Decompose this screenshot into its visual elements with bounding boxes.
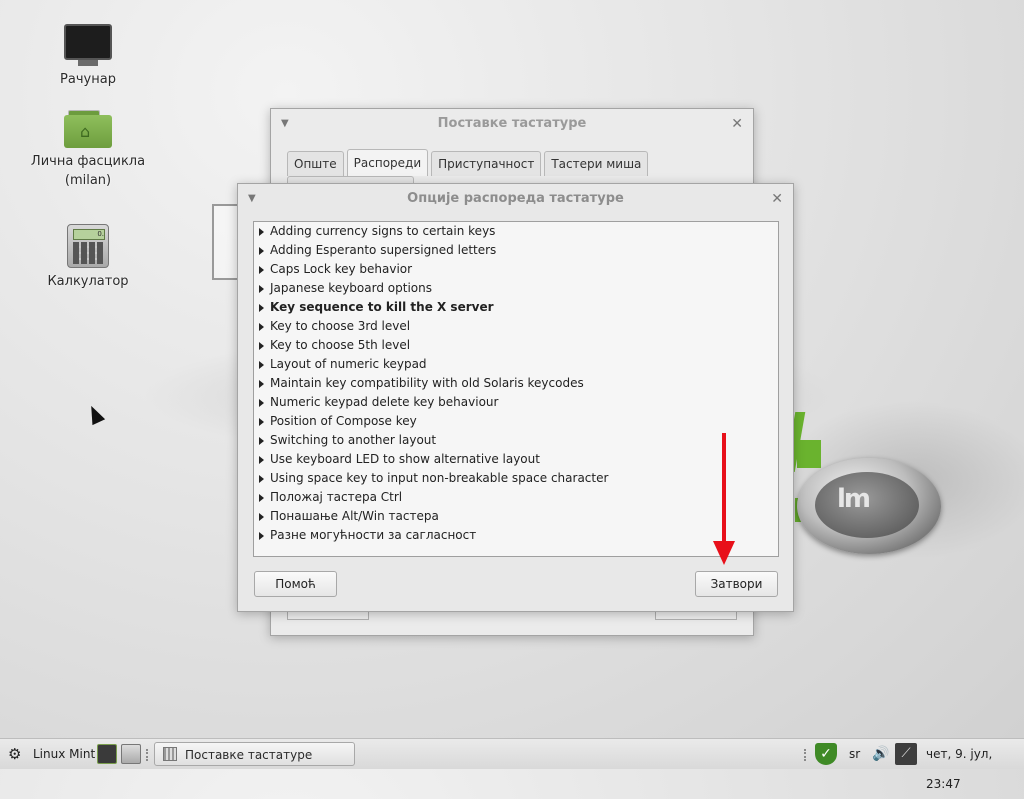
options-tree: Adding currency signs to certain keys Ad… bbox=[253, 221, 779, 557]
tree-row[interactable]: Adding currency signs to certain keys bbox=[254, 222, 778, 241]
tree-row[interactable]: Maintain key compatibility with old Sola… bbox=[254, 374, 778, 393]
expander-icon[interactable] bbox=[259, 380, 264, 388]
expander-icon[interactable] bbox=[259, 361, 264, 369]
desktop-icon-label-user: (milan) bbox=[64, 173, 112, 188]
tree-row[interactable]: Layout of numeric keypad bbox=[254, 355, 778, 374]
menu-gear-icon[interactable]: ⚙ bbox=[8, 739, 21, 769]
monitor-icon bbox=[64, 24, 112, 60]
annotation-arrow-head bbox=[713, 541, 735, 565]
expander-icon[interactable] bbox=[259, 418, 264, 426]
calculator-launcher-icon[interactable] bbox=[121, 744, 141, 764]
update-manager-shield-icon[interactable]: ✓ bbox=[815, 743, 837, 765]
home-folder-icon: ⌂ bbox=[64, 110, 112, 148]
tree-row[interactable]: Numeric keypad delete key behaviour bbox=[254, 393, 778, 412]
tab-mouse-keys[interactable]: Тастери миша bbox=[544, 151, 649, 176]
desktop-icon-home[interactable]: ⌂ Лична фасцикла (milan) bbox=[28, 110, 148, 190]
taskbar-window-label: Поставке тастатуре bbox=[185, 748, 313, 762]
expander-icon[interactable] bbox=[259, 456, 264, 464]
window-menu-icon[interactable]: ▼ bbox=[248, 184, 256, 214]
tab-bar: Опште Распореди Приступачност Тастери ми… bbox=[287, 149, 753, 201]
expander-icon[interactable] bbox=[259, 475, 264, 483]
expander-icon[interactable] bbox=[259, 285, 264, 293]
expander-icon[interactable] bbox=[259, 494, 264, 502]
help-button[interactable]: Помоћ bbox=[254, 571, 337, 597]
tree-row[interactable]: Разне могућности за сагласност bbox=[254, 526, 778, 545]
calculator-icon: 0. bbox=[67, 224, 109, 268]
expander-icon[interactable] bbox=[259, 228, 264, 236]
desktop-icon-computer[interactable]: Рачунар bbox=[28, 24, 148, 89]
window-menu-icon[interactable]: ▼ bbox=[281, 109, 289, 139]
window-title: Поставке тастатуре bbox=[437, 116, 587, 131]
layout-options-dialog: ▼ Опције распореда тастатуре ✕ Adding cu… bbox=[237, 183, 794, 612]
annotation-arrow bbox=[722, 433, 726, 545]
tree-row[interactable]: Switching to another layout bbox=[254, 431, 778, 450]
tree-row[interactable]: Понашање Alt/Win тастера bbox=[254, 507, 778, 526]
desktop-icon-label: Калкулатор bbox=[47, 274, 129, 289]
desktop-icon-label: Лична фасцикла bbox=[30, 154, 146, 169]
expander-icon[interactable] bbox=[259, 342, 264, 350]
clock[interactable]: чет, 9. јул, 23:47 bbox=[926, 739, 1024, 791]
tree-row[interactable]: Caps Lock key behavior bbox=[254, 260, 778, 279]
linux-mint-logo: lm bbox=[797, 458, 941, 554]
keyboard-layout-indicator[interactable]: sr bbox=[849, 739, 860, 769]
tree-row[interactable]: Key to choose 3rd level bbox=[254, 317, 778, 336]
tree-row[interactable]: Key sequence to kill the X server bbox=[254, 298, 778, 317]
tree-row[interactable]: Adding Esperanto supersigned letters bbox=[254, 241, 778, 260]
tree-row[interactable]: Japanese keyboard options bbox=[254, 279, 778, 298]
tab-accessibility[interactable]: Приступачност bbox=[431, 151, 542, 176]
expander-icon[interactable] bbox=[259, 247, 264, 255]
expander-icon[interactable] bbox=[259, 513, 264, 521]
mouse-cursor bbox=[84, 402, 106, 426]
desktop-icon-calculator[interactable]: 0. Калкулатор bbox=[28, 224, 148, 291]
tab-general[interactable]: Опште bbox=[287, 151, 344, 176]
panel-separator bbox=[146, 749, 150, 761]
tree-row[interactable]: Using space key to input non-breakable s… bbox=[254, 469, 778, 488]
taskbar-window-button[interactable]: Поставке тастатуре bbox=[154, 742, 355, 766]
expander-icon[interactable] bbox=[259, 532, 264, 540]
tree-row[interactable]: Key to choose 5th level bbox=[254, 336, 778, 355]
volume-icon[interactable]: 🔊 bbox=[872, 739, 889, 769]
expander-icon[interactable] bbox=[259, 437, 264, 445]
tab-layouts[interactable]: Распореди bbox=[346, 149, 429, 176]
expander-icon[interactable] bbox=[259, 399, 264, 407]
keyboard-icon bbox=[163, 747, 177, 761]
terminal-launcher-icon[interactable] bbox=[97, 744, 117, 764]
tree-row[interactable]: Position of Compose key bbox=[254, 412, 778, 431]
menu-button[interactable]: Linux Mint bbox=[33, 739, 95, 769]
network-icon[interactable]: ⟋ bbox=[895, 743, 917, 765]
bottom-panel: ⚙ Linux Mint Поставке тастатуре ✓ sr 🔊 ⟋… bbox=[0, 738, 1024, 791]
desktop-icon-label: Рачунар bbox=[60, 72, 116, 87]
expander-icon[interactable] bbox=[259, 266, 264, 274]
dialog-title: Опције распореда тастатуре bbox=[407, 191, 624, 206]
expander-icon[interactable] bbox=[259, 304, 264, 312]
wallpaper-mint-leaf bbox=[797, 440, 821, 468]
close-icon[interactable]: ✕ bbox=[731, 109, 743, 139]
expander-icon[interactable] bbox=[259, 323, 264, 331]
close-button[interactable]: Затвори bbox=[695, 571, 778, 597]
tree-row[interactable]: Положај тастера Ctrl bbox=[254, 488, 778, 507]
panel-separator bbox=[804, 749, 808, 761]
background-window-frame bbox=[212, 204, 240, 280]
tree-row[interactable]: Use keyboard LED to show alternative lay… bbox=[254, 450, 778, 469]
close-icon[interactable]: ✕ bbox=[771, 184, 783, 214]
